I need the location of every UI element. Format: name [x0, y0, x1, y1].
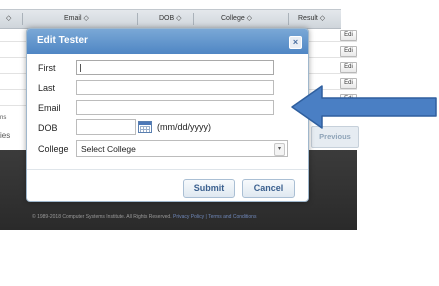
annotation-arrow-icon [291, 85, 437, 129]
arrow-shape [291, 85, 437, 129]
